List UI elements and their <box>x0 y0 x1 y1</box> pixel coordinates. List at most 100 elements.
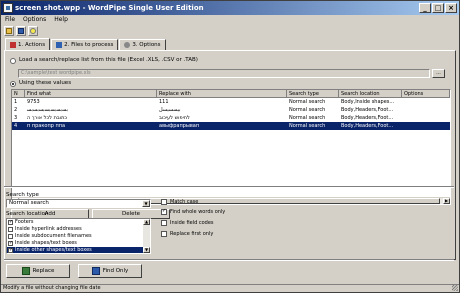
table-row[interactable]: 1 9753 111 Normal search Body,Inside sha… <box>12 98 450 106</box>
checkbox[interactable] <box>8 227 13 232</box>
tab-options[interactable]: 3. Options <box>119 39 166 50</box>
option-label: Match case <box>170 199 199 205</box>
match-case-option[interactable]: Match case <box>161 199 198 205</box>
table-cell: 4 <box>14 123 18 129</box>
list-item-selected[interactable]: Inside other shapes/text boxes <box>7 247 150 253</box>
list-item[interactable]: Inside hyperlink addresses <box>7 226 150 233</box>
table-cell: לחיפוש לעיכוב <box>159 115 190 121</box>
list-item-label: Footers <box>15 219 34 225</box>
checkbox[interactable] <box>161 231 167 237</box>
use-values-radio[interactable] <box>10 81 16 87</box>
list-item[interactable]: Inside shapes/text boxes <box>7 240 150 247</box>
scroll-right-icon[interactable]: ▶ <box>443 198 450 204</box>
search-location-label: Search location <box>6 211 49 217</box>
minimize-button[interactable]: _ <box>419 3 431 13</box>
app-window: screen shot.wpp - WordPipe Single User E… <box>0 0 460 293</box>
checkbox[interactable] <box>8 219 13 226</box>
use-values-label: Using these values <box>19 80 72 86</box>
title-bar[interactable]: screen shot.wpp - WordPipe Single User E… <box>1 1 459 15</box>
table-cell: п пракопр ппа <box>27 123 66 129</box>
checkbox[interactable] <box>8 234 13 239</box>
tab-files-label: 2. Files to process <box>64 42 114 48</box>
table-cell: 2 <box>14 107 18 113</box>
replace-button-label: Replace <box>32 268 55 274</box>
resize-grip-icon[interactable] <box>452 285 458 291</box>
tab-options-label: 3. Options <box>132 42 161 48</box>
hint-button[interactable] <box>28 26 38 36</box>
table-row[interactable]: 2 ﺑﺴﺑﺴﺑﺴﺑﺴﺑﺴﺑﺴﺑﺴ ﺑﻴﺴﺴﻴﺴﻞ Normal search B… <box>12 106 450 114</box>
table-cell <box>402 122 450 130</box>
option-label: Find whole words only <box>170 209 226 215</box>
status-bar: Modify a file without changing file date <box>1 284 459 292</box>
replace-icon <box>21 267 30 275</box>
tab-actions[interactable]: 1. Actions <box>5 38 51 50</box>
files-tab-icon <box>56 42 63 48</box>
table-cell: 9753 <box>27 99 40 105</box>
option-label: Inside field codes <box>170 220 214 226</box>
search-type-label: Search type <box>6 192 39 198</box>
close-button[interactable]: × <box>445 3 457 13</box>
tab-files[interactable]: 2. Files to process <box>51 39 119 50</box>
save-icon <box>18 28 24 34</box>
menu-help[interactable]: Help <box>53 15 69 25</box>
table-cell <box>402 98 450 106</box>
whole-words-option[interactable]: Find whole words only <box>161 208 226 215</box>
column-header[interactable]: Options <box>402 90 450 97</box>
table-cell: авыфрапрывап <box>159 123 200 129</box>
chevron-down-icon[interactable]: ▼ <box>142 200 150 207</box>
list-item[interactable]: Footers <box>7 219 150 226</box>
table-cell: Normal search <box>289 99 326 105</box>
table-cell: Body,Headers,Foot... <box>341 115 394 121</box>
find-only-button-label: Find Only <box>102 268 129 274</box>
replace-button[interactable]: Replace <box>6 264 70 278</box>
field-codes-option[interactable]: Inside field codes <box>161 220 214 226</box>
table-cell: 1 <box>14 99 18 105</box>
checkbox[interactable] <box>8 240 13 247</box>
actions-tab-icon <box>10 41 16 48</box>
column-header[interactable]: Search location <box>339 90 402 97</box>
open-icon <box>6 28 12 34</box>
search-location-list[interactable]: Footers Inside hyperlink addresses Insid… <box>6 218 151 254</box>
list-item-label: Inside other shapes/text boxes <box>15 247 92 253</box>
column-header[interactable]: N <box>12 90 25 97</box>
load-from-file-radio[interactable] <box>10 58 16 64</box>
column-header[interactable]: Search type <box>287 90 339 97</box>
table-cell: Normal search <box>289 123 326 129</box>
list-item-label: Inside hyperlink addresses <box>15 226 82 232</box>
status-text: Modify a file without changing file date <box>3 285 101 291</box>
table-cell: Normal search <box>289 115 326 121</box>
menu-options[interactable]: Options <box>22 15 47 25</box>
browse-button[interactable]: ... <box>432 69 445 78</box>
find-only-button[interactable]: Find Only <box>78 264 142 278</box>
replace-first-option[interactable]: Replace first only <box>161 231 213 237</box>
maximize-button[interactable]: □ <box>432 3 444 13</box>
list-vertical-scrollbar[interactable]: ▲ ▼ <box>143 219 150 253</box>
checkbox[interactable] <box>161 199 167 205</box>
open-button[interactable] <box>4 26 14 36</box>
app-icon <box>3 3 13 13</box>
list-item[interactable]: Inside subdocument filenames <box>7 233 150 240</box>
source-file-field[interactable]: C:\sample\test wordpipe.xls <box>18 69 430 78</box>
list-item-label: Inside subdocument filenames <box>15 233 92 239</box>
tab-actions-label: 1. Actions <box>18 41 46 48</box>
table-row-selected[interactable]: 4 п пракопр ппа авыфрапрывап Normal sear… <box>12 122 450 130</box>
column-header[interactable]: Replace with <box>157 90 287 97</box>
table-cell <box>402 106 450 114</box>
checkbox[interactable] <box>8 247 13 253</box>
search-type-select[interactable]: Normal search ▼ <box>6 199 151 208</box>
toolbar <box>1 25 459 37</box>
column-header[interactable]: Find what <box>25 90 157 97</box>
scroll-up-icon[interactable]: ▲ <box>143 219 150 225</box>
table-cell: Body,Inside shapes... <box>341 99 395 105</box>
grid-header: N Find what Replace with Search type Sea… <box>12 90 450 98</box>
checkbox[interactable] <box>161 208 167 215</box>
table-cell: 111 <box>159 99 169 105</box>
menu-file[interactable]: File <box>4 15 16 25</box>
save-button[interactable] <box>16 26 26 36</box>
table-row[interactable]: 3 כתובת לכל אורך ה לחיפוש לעיכוב Normal … <box>12 114 450 122</box>
scroll-down-icon[interactable]: ▼ <box>143 247 150 253</box>
list-item-label: Inside shapes/text boxes <box>15 240 77 246</box>
window-controls: _ □ × <box>419 3 457 13</box>
checkbox[interactable] <box>161 220 167 226</box>
window-title: screen shot.wpp - WordPipe Single User E… <box>15 4 204 12</box>
